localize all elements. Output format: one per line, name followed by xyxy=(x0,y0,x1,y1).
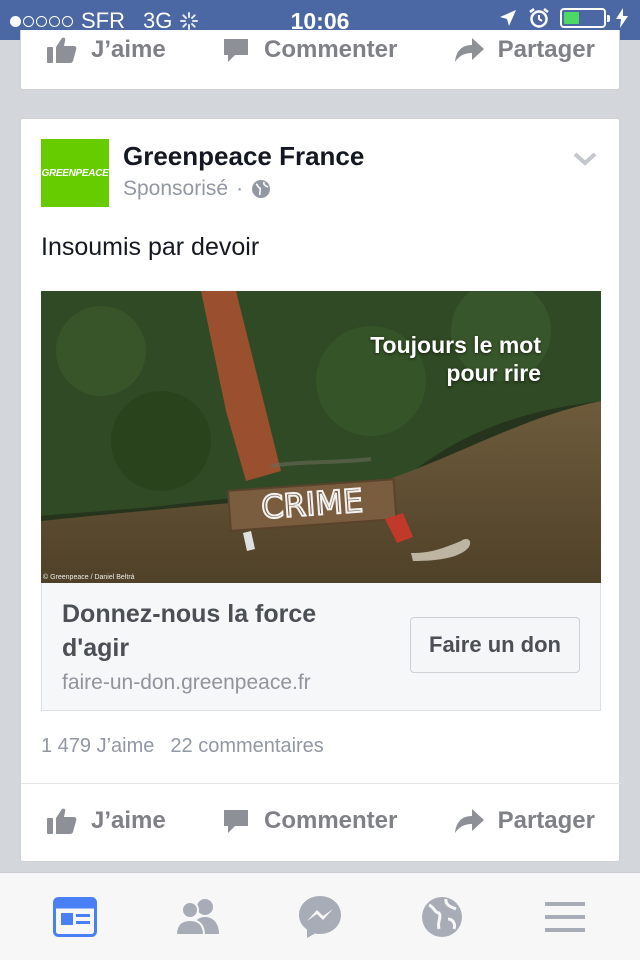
share-label: Partager xyxy=(497,36,595,63)
comment-label: Commenter xyxy=(263,807,398,834)
comment-label: Commenter xyxy=(263,36,398,63)
thumbs-up-icon xyxy=(47,37,77,63)
tab-messenger[interactable] xyxy=(280,887,360,947)
sponsored-post-card: GREENPEACE Greenpeace France Sponsorisé … xyxy=(20,118,621,862)
thumbs-up-icon xyxy=(47,808,77,834)
tab-notifications[interactable] xyxy=(402,887,482,947)
messenger-icon xyxy=(298,895,341,938)
likes-count[interactable]: 1 479 J’aime xyxy=(41,735,154,758)
friends-icon xyxy=(174,898,219,936)
comment-button[interactable]: Commenter xyxy=(222,36,397,64)
tab-friends[interactable] xyxy=(158,887,238,947)
overlay-line-1: Toujours le mot xyxy=(370,332,541,358)
tab-bar xyxy=(0,872,640,960)
post-meta: Sponsorisé · xyxy=(123,177,271,201)
ad-overlay-text: Toujours le mot pour rire xyxy=(370,331,541,387)
like-label: J’aime xyxy=(91,36,166,63)
previous-post-card: J’aime Commenter Partager xyxy=(20,30,620,90)
ad-image[interactable]: CRIME Toujours le mot pour rire © Greenp… xyxy=(41,291,601,583)
globe-icon xyxy=(252,180,271,198)
ad-link-box[interactable]: Donnez-nous la force d'agir faire-un-don… xyxy=(41,583,601,711)
donate-button[interactable]: Faire un don xyxy=(410,617,580,673)
meta-separator: · xyxy=(236,177,244,200)
share-button[interactable]: Partager xyxy=(454,36,595,64)
news-feed-icon xyxy=(53,896,98,937)
comment-bubble-icon xyxy=(223,810,248,833)
divider xyxy=(21,783,621,784)
post-counts: 1 479 J’aime 22 commentaires xyxy=(41,735,324,758)
location-arrow-icon xyxy=(500,10,516,26)
chevron-down-icon[interactable] xyxy=(573,151,597,167)
greenpeace-logo-text: GREENPEACE xyxy=(41,167,109,179)
tab-news-feed[interactable] xyxy=(35,887,115,947)
globe-notifications-icon xyxy=(422,896,463,937)
like-button[interactable]: J’aime xyxy=(47,36,166,64)
share-arrow-icon xyxy=(454,809,484,833)
menu-icon xyxy=(544,901,585,932)
comments-count[interactable]: 22 commentaires xyxy=(170,735,323,758)
comment-button[interactable]: Commenter xyxy=(222,807,397,835)
sponsored-label: Sponsorisé xyxy=(123,177,229,200)
photo-credit: © Greenpeace / Daniel Beltrá xyxy=(43,574,135,581)
status-right xyxy=(498,7,628,29)
share-arrow-icon xyxy=(454,38,484,62)
share-label: Partager xyxy=(497,807,595,834)
battery-icon xyxy=(560,8,610,28)
ad-headline: Donnez-nous la force d'agir xyxy=(62,600,317,662)
comment-bubble-icon xyxy=(223,39,248,62)
post-text: Insoumis par devoir xyxy=(41,233,260,261)
ad-domain: faire-un-don.greenpeace.fr xyxy=(62,671,311,694)
like-button[interactable]: J’aime xyxy=(47,807,166,835)
page-name[interactable]: Greenpeace France xyxy=(123,141,364,172)
raft-text: CRIME xyxy=(260,482,364,527)
overlay-line-2: pour rire xyxy=(446,360,541,386)
charging-bolt-icon xyxy=(616,8,628,28)
like-label: J’aime xyxy=(91,807,166,834)
tab-more[interactable] xyxy=(525,887,605,947)
page-avatar[interactable]: GREENPEACE xyxy=(41,139,109,207)
share-button[interactable]: Partager xyxy=(454,807,595,835)
post-actions: J’aime Commenter Partager xyxy=(21,807,621,835)
previous-post-actions: J’aime Commenter Partager xyxy=(21,36,621,64)
alarm-clock-icon xyxy=(529,8,549,28)
battery-level xyxy=(564,12,580,24)
